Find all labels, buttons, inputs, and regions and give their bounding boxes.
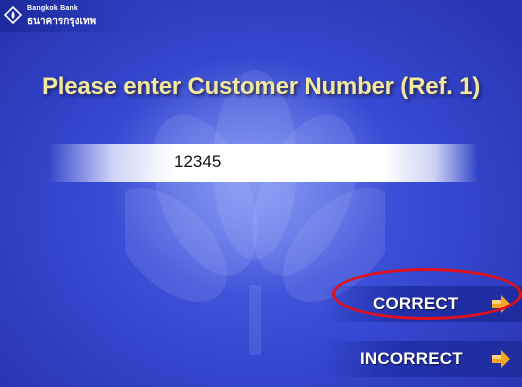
bangkok-bank-logo-icon	[4, 6, 22, 24]
orange-arrow-icon	[492, 350, 510, 368]
orange-arrow-icon	[492, 295, 510, 313]
customer-number-field[interactable]	[48, 144, 478, 182]
customer-number-value: 12345	[174, 152, 222, 171]
prompt-title: Please enter Customer Number (Ref. 1)	[41, 73, 481, 100]
correct-button[interactable]: CORRECT	[322, 286, 522, 322]
atm-screen: Bangkok Bank ธนาคารกรุงเทพ Please enter …	[0, 0, 522, 387]
correct-button-label: CORRECT	[373, 294, 459, 313]
bank-logo: Bangkok Bank ธนาคารกรุงเทพ	[0, 0, 156, 32]
incorrect-button-label: INCORRECT	[360, 349, 463, 368]
incorrect-button[interactable]: INCORRECT	[322, 341, 522, 377]
bank-name-english: Bangkok Bank	[27, 5, 79, 12]
bank-name-thai: ธนาคารกรุงเทพ	[27, 16, 97, 27]
